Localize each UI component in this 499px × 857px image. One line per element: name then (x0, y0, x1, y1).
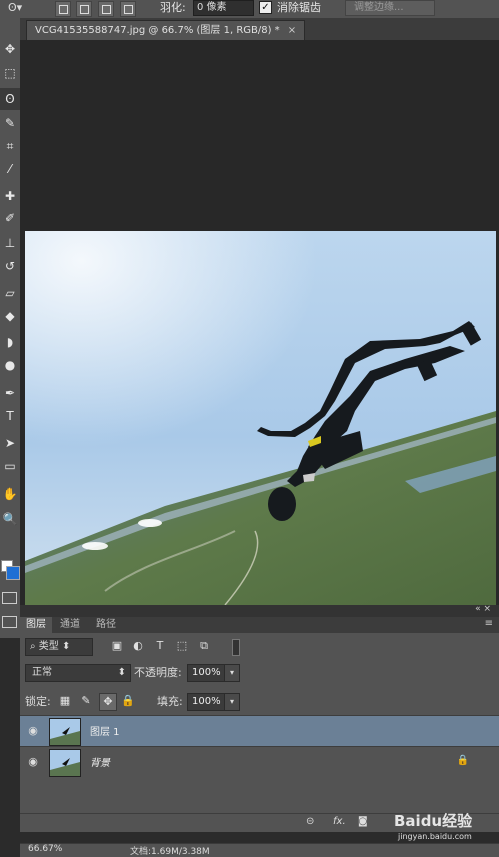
fill-input[interactable]: 100% (187, 693, 225, 711)
lasso-preset-icon[interactable]: ʘ▾ (8, 1, 22, 14)
filter-toggle[interactable] (232, 639, 240, 656)
layer-name[interactable]: 背景 (90, 754, 110, 769)
dodge-tool[interactable]: ● (0, 354, 20, 376)
pixel-filter-icon[interactable]: ▣ (110, 639, 124, 653)
close-icon[interactable]: × (288, 25, 296, 36)
collapse-panel-icon[interactable]: « × (475, 604, 491, 614)
lasso-tool[interactable]: ʘ (0, 88, 20, 110)
brush-tool[interactable]: ✐ (0, 207, 20, 229)
document-info[interactable]: 文档:1.69M/3.38M (130, 844, 210, 857)
history-brush-tool[interactable]: ↺ (0, 255, 20, 277)
move-tool[interactable]: ✥ (0, 38, 20, 60)
layer-row-layer1[interactable]: ◉ 图层 1 (20, 715, 499, 746)
lock-image-pixels-icon[interactable]: ✎ (78, 693, 94, 709)
fill-label: 填充: (157, 695, 183, 708)
layer-thumbnail (49, 749, 81, 777)
opacity-label: 不透明度: (134, 666, 182, 679)
document-tab-title: VCG41535588747.jpg @ 66.7% (图层 1, RGB/8)… (35, 25, 280, 36)
eyedropper-tool[interactable]: ⁄ (0, 158, 20, 180)
watermark-logo: Baidu经验 (394, 812, 473, 830)
fx-icon[interactable]: fx. (333, 816, 346, 827)
antialias-label: 消除锯齿 (277, 1, 321, 14)
lock-position-icon[interactable]: ✥ (99, 693, 117, 711)
shape-tool[interactable]: ▭ (0, 455, 20, 477)
filter-kind-value: 类型 (38, 641, 59, 652)
lock-transparent-pixels-icon[interactable]: ▦ (57, 693, 73, 709)
antialias-checkbox[interactable]: ✓ (259, 1, 272, 14)
feather-input[interactable]: 0 像素 (193, 0, 254, 16)
feather-label: 羽化: (160, 1, 186, 14)
tab-channels[interactable]: 通道 (54, 617, 86, 633)
crop-tool[interactable]: ⌗ (0, 135, 20, 157)
blend-mode-select[interactable]: 正常 ⬍ (25, 664, 131, 682)
opacity-dropdown-icon[interactable]: ▾ (224, 664, 240, 682)
shape-filter-icon[interactable]: ⬚ (175, 639, 189, 653)
skydiver-image (25, 231, 496, 605)
subtract-from-selection-button[interactable] (98, 1, 114, 17)
status-bar: 66.67% 文档:1.69M/3.38M (20, 843, 499, 857)
background-color-swatch[interactable] (6, 566, 20, 580)
document-tab[interactable]: VCG41535588747.jpg @ 66.7% (图层 1, RGB/8)… (26, 20, 306, 41)
hand-tool[interactable]: ✋ (0, 483, 20, 505)
lock-icon: 🔒 (456, 755, 469, 766)
clone-stamp-tool[interactable]: ⊥ (0, 232, 20, 254)
lock-all-icon[interactable]: 🔒 (120, 693, 136, 709)
quick-selection-tool[interactable]: ✎ (0, 112, 20, 134)
canvas-area[interactable] (20, 40, 499, 605)
pen-tool[interactable]: ✒ (0, 382, 20, 404)
watermark-url: jingyan.baidu.com (398, 832, 472, 841)
mask-icon[interactable]: ◙ (358, 816, 368, 827)
quick-mask-button[interactable] (2, 592, 17, 604)
zoom-level[interactable]: 66.67% (28, 844, 62, 854)
marquee-tool[interactable]: ⬚ (0, 62, 20, 84)
panel-dock-bar: « × (20, 604, 499, 617)
document-tab-bar: VCG41535588747.jpg @ 66.7% (图层 1, RGB/8)… (20, 18, 499, 41)
lock-label: 锁定: (25, 695, 51, 708)
link-icon[interactable]: ⊝ (306, 816, 314, 827)
options-bar: ʘ▾ 羽化: 0 像素 ✓ 消除锯齿 调整边缘... (0, 0, 499, 19)
tab-layers[interactable]: 图层 (20, 617, 52, 633)
search-icon: ⌕ (30, 641, 39, 652)
eraser-tool[interactable]: ▱ (0, 282, 20, 304)
refine-edge-button[interactable]: 调整边缘... (345, 0, 435, 16)
intersect-selection-button[interactable] (120, 1, 136, 17)
paint-bucket-tool[interactable]: ◆ (0, 305, 20, 327)
adjustment-filter-icon[interactable]: ◐ (131, 639, 145, 653)
layers-panel: ⌕ 类型 ⬍ ▣ ◐ T ⬚ ⧉ 正常 ⬍ 不透明度: 100% ▾ 锁定: ▦ … (20, 633, 499, 813)
skydiver-photo[interactable] (25, 231, 496, 605)
healing-brush-tool[interactable]: ✚ (0, 185, 20, 207)
screen-mode-button[interactable] (2, 616, 17, 628)
blur-tool[interactable]: ◗ (0, 331, 20, 353)
zoom-tool[interactable]: 🔍 (0, 508, 20, 530)
path-selection-tool[interactable]: ➤ (0, 432, 20, 454)
new-selection-button[interactable] (55, 1, 71, 17)
layer-row-background[interactable]: ◉ 背景 🔒 (20, 746, 499, 777)
layers-panel-tabs: 图层 通道 路径 ≡ (20, 617, 499, 634)
smart-object-filter-icon[interactable]: ⧉ (197, 639, 211, 653)
fill-dropdown-icon[interactable]: ▾ (224, 693, 240, 711)
add-to-selection-button[interactable] (76, 1, 92, 17)
tab-paths[interactable]: 路径 (90, 617, 122, 633)
eye-icon[interactable]: ◉ (26, 755, 40, 769)
eye-icon[interactable]: ◉ (26, 724, 40, 738)
layer-name[interactable]: 图层 1 (90, 723, 120, 738)
type-tool[interactable]: T (0, 405, 20, 427)
layer-thumbnail (49, 718, 81, 746)
opacity-input[interactable]: 100% (187, 664, 225, 682)
layer-filter-select[interactable]: ⌕ 类型 ⬍ (25, 638, 93, 656)
tools-panel: ✥ ⬚ ʘ ✎ ⌗ ⁄ ✚ ✐ ⊥ ↺ ▱ ◆ ◗ ● ✒ T ➤ ▭ ✋ 🔍 (0, 18, 21, 638)
type-filter-icon[interactable]: T (153, 639, 167, 653)
blend-mode-value: 正常 (32, 667, 52, 678)
panel-menu-icon[interactable]: ≡ (485, 618, 493, 629)
